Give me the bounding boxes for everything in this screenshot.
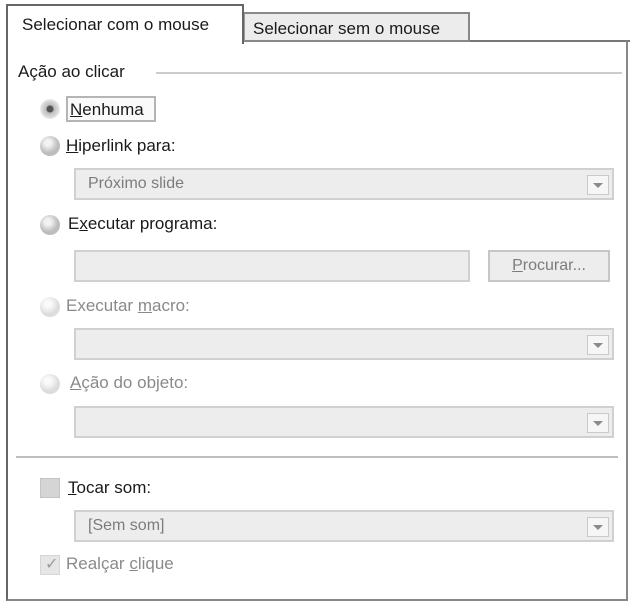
label-text: Realçar <box>66 554 130 573</box>
program-path-input[interactable] <box>74 250 470 282</box>
hyperlink-value: Próximo slide <box>88 175 185 192</box>
radio-run-macro[interactable] <box>40 297 60 317</box>
radio-hyperlink[interactable] <box>40 136 60 156</box>
radio-run-program[interactable] <box>40 215 60 235</box>
mnemonic: T <box>68 478 77 497</box>
tab-label: Selecionar sem o mouse <box>253 19 441 38</box>
section-divider <box>16 456 618 458</box>
sound-dropdown[interactable]: [Sem som] <box>74 510 614 542</box>
mnemonic: x <box>79 214 88 233</box>
tab-select-without-mouse[interactable]: Selecionar sem o mouse <box>244 12 470 42</box>
label-text: enhuma <box>82 100 144 119</box>
chevron-down-icon[interactable] <box>587 335 609 355</box>
label-text: ecutar programa: <box>87 214 218 233</box>
mnemonic: H <box>66 136 79 155</box>
tab-select-with-mouse[interactable]: Selecionar com o mouse <box>6 4 244 44</box>
mnemonic: c <box>129 554 138 573</box>
label-text: acro: <box>151 296 190 315</box>
object-action-dropdown[interactable] <box>74 406 614 438</box>
label-text: lique <box>137 554 174 573</box>
chevron-down-icon[interactable] <box>587 175 609 195</box>
macro-dropdown[interactable] <box>74 328 614 360</box>
label-text: ção do objeto: <box>81 373 189 392</box>
chevron-down-icon[interactable] <box>587 517 609 537</box>
label-text: iperlink para: <box>78 136 176 155</box>
radio-none[interactable] <box>40 99 60 119</box>
radio-run-macro-label[interactable]: Executar macro: <box>66 295 190 317</box>
radio-object-action-label[interactable]: Ação do objeto: <box>70 372 188 394</box>
mnemonic: m <box>137 296 152 315</box>
label-text: Executar <box>66 296 138 315</box>
radio-object-action[interactable] <box>40 374 60 394</box>
checkmark-icon: ✓ <box>45 556 59 573</box>
label-text: ocar som: <box>76 478 152 497</box>
checkbox-play-sound[interactable] <box>40 478 60 498</box>
radio-none-label[interactable]: Nenhuma <box>70 99 144 121</box>
browse-button[interactable]: Procurar... <box>488 250 610 282</box>
group-label-click-action: Ação ao clicar <box>18 62 125 81</box>
label-text: rocurar... <box>522 257 586 274</box>
radio-run-program-label[interactable]: Executar programa: <box>68 213 217 235</box>
mnemonic: A <box>70 373 82 392</box>
group-divider <box>156 72 622 74</box>
mnemonic: P <box>512 257 523 274</box>
checkbox-highlight-click-label[interactable]: Realçar clique <box>66 553 174 575</box>
radio-hyperlink-label[interactable]: Hiperlink para: <box>66 135 176 157</box>
mnemonic: N <box>70 100 83 119</box>
label-text: E <box>68 214 80 233</box>
tab-label: Selecionar com o mouse <box>22 15 210 34</box>
checkbox-highlight-click[interactable]: ✓ <box>40 555 60 575</box>
sound-value: [Sem som] <box>88 517 165 534</box>
chevron-down-icon[interactable] <box>587 413 609 433</box>
checkbox-play-sound-label[interactable]: Tocar som: <box>68 477 151 499</box>
hyperlink-dropdown[interactable]: Próximo slide <box>74 168 614 200</box>
